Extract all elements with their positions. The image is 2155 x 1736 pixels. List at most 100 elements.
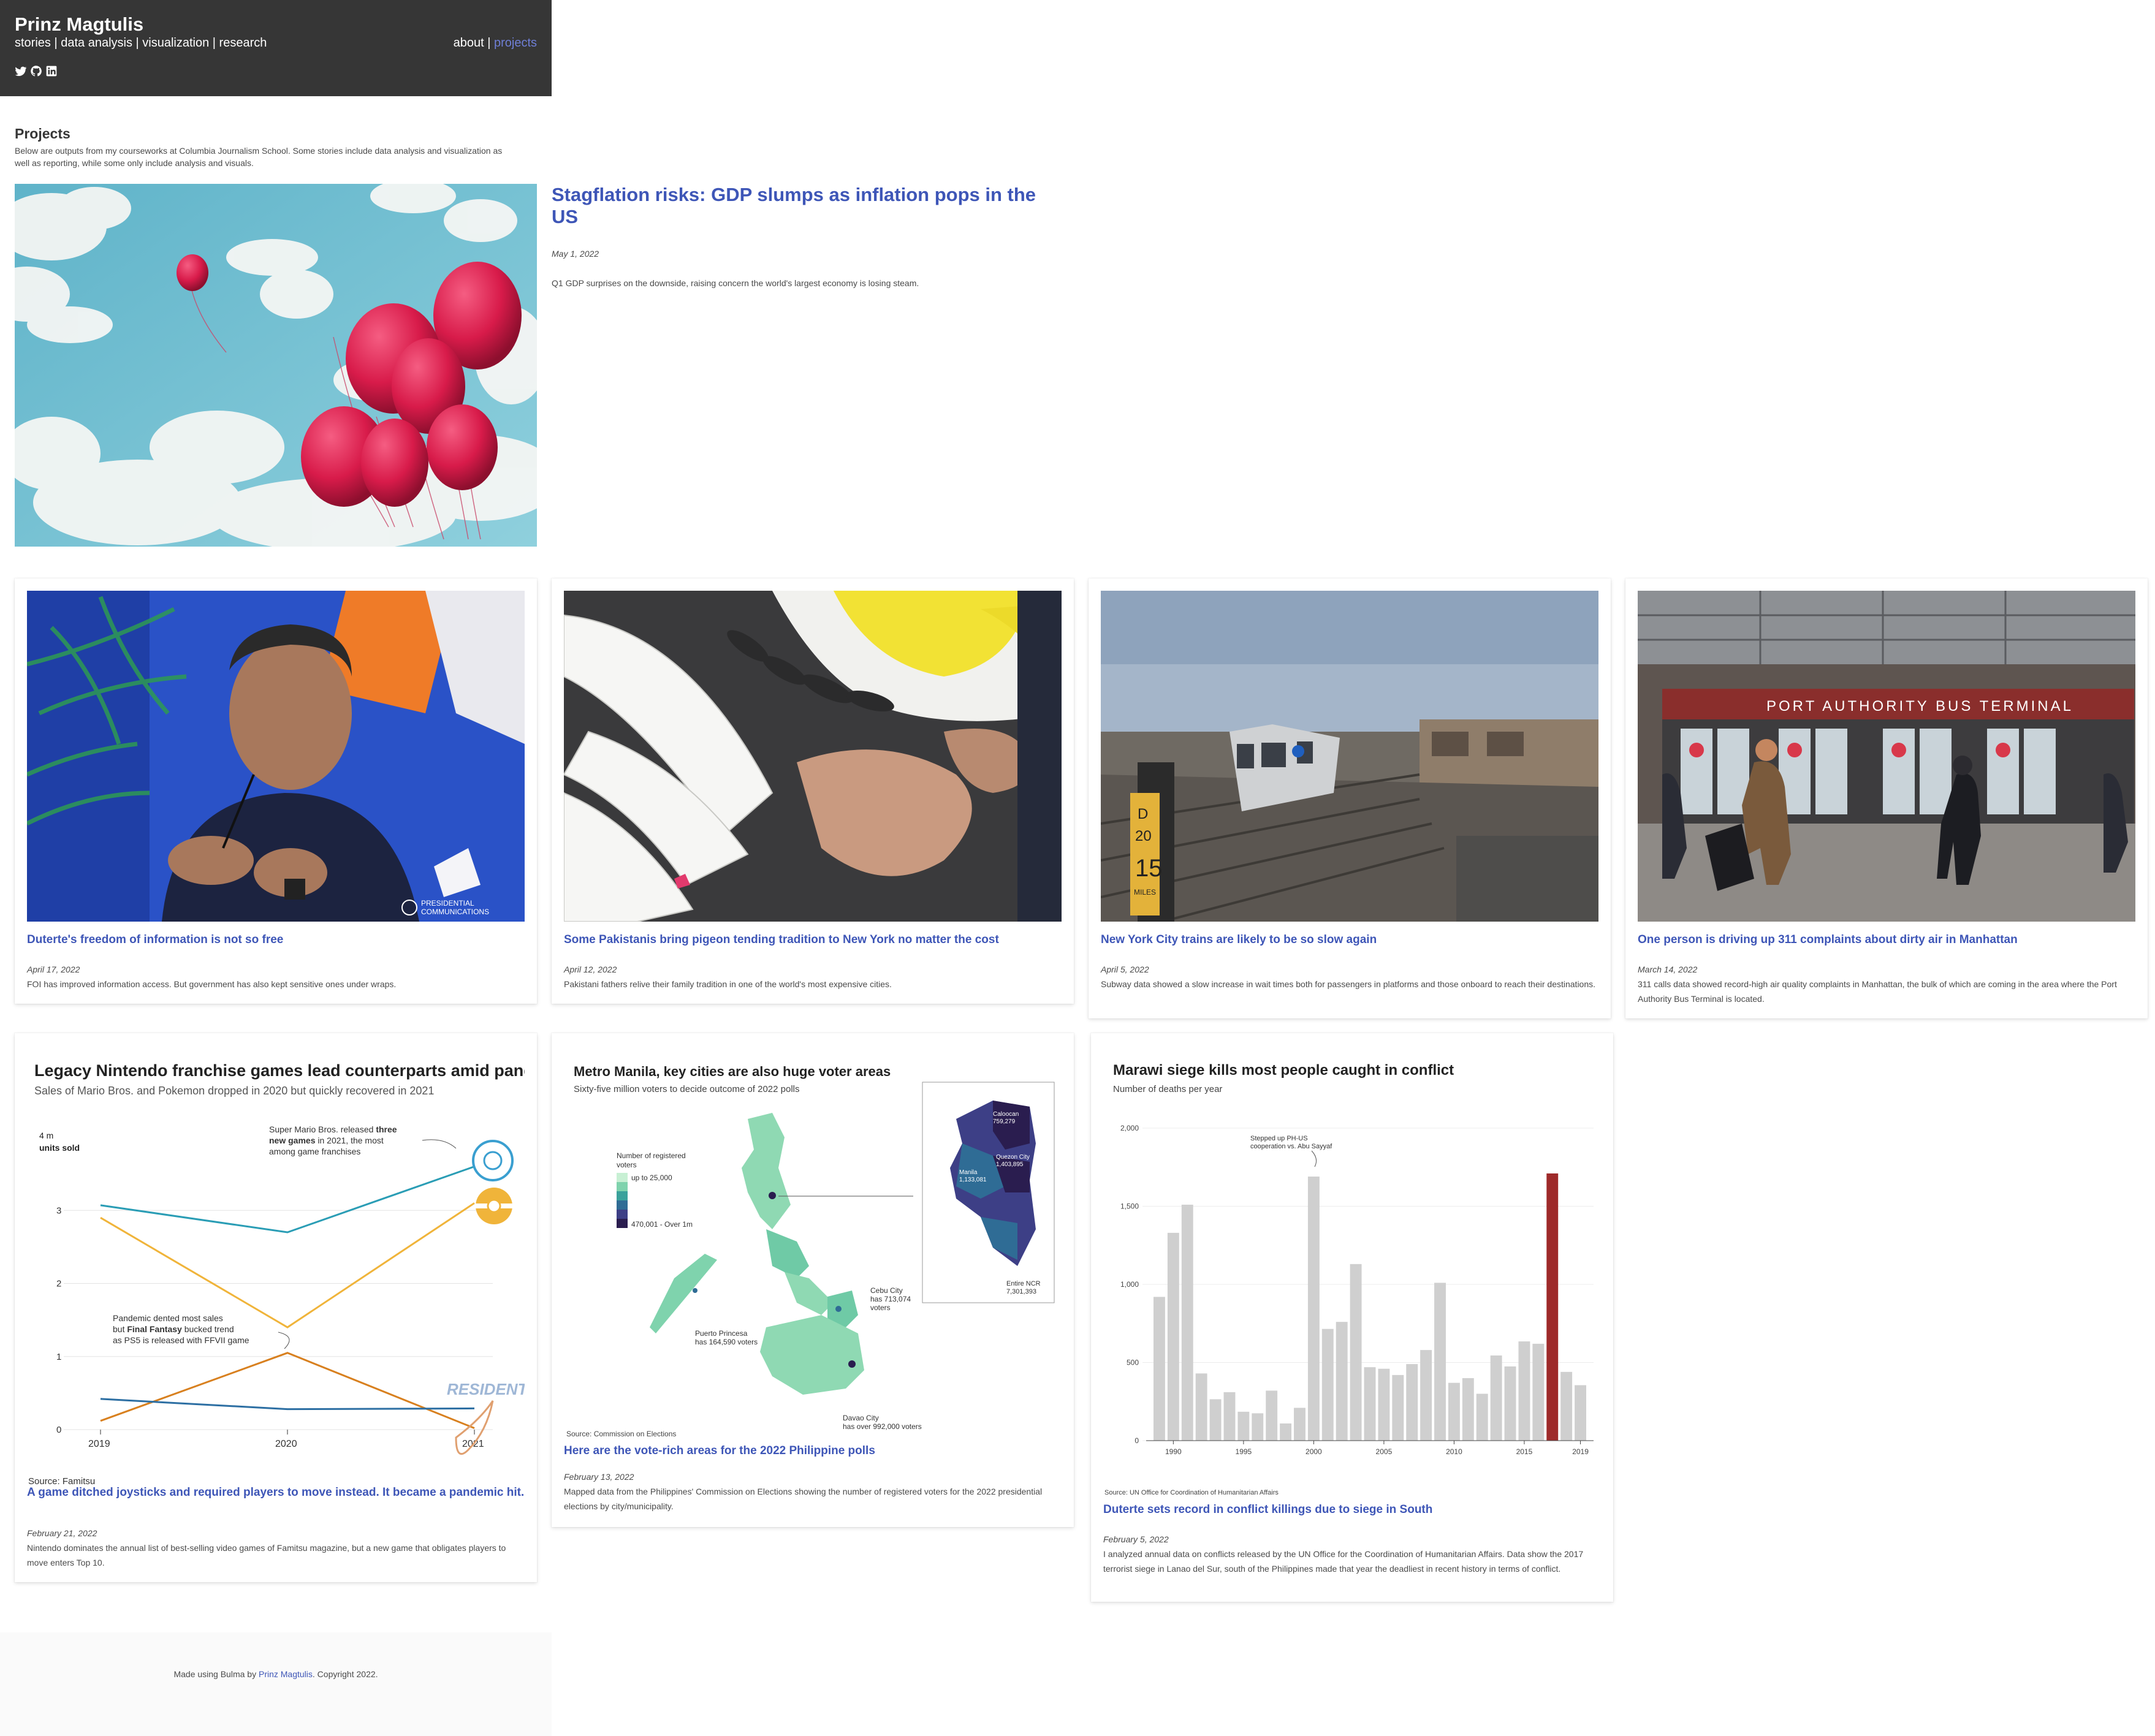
- bar-2016: [1532, 1343, 1545, 1441]
- x-tick-label: 2010: [1446, 1447, 1462, 1456]
- featured-description: Q1 GDP surprises on the downside, raisin…: [552, 278, 919, 288]
- x-tick-label: 2019: [88, 1439, 110, 1449]
- card-image-subway[interactable]: D 20 15 MILES: [1101, 591, 1598, 922]
- y-tick-label: 0: [56, 1425, 61, 1435]
- label-cebu-city: Cebu City: [870, 1286, 903, 1295]
- bar-1996: [1252, 1413, 1264, 1441]
- svg-text:has over 992,000 voters: has over 992,000 voters: [843, 1422, 922, 1431]
- bar-2010: [1448, 1382, 1460, 1441]
- twitter-icon[interactable]: [15, 65, 27, 77]
- top-nav: about | projects: [454, 36, 537, 50]
- card-map-philippines[interactable]: Metro Manila, key cities are also huge v…: [564, 1045, 1062, 1444]
- nav-link-stories[interactable]: stories: [15, 36, 51, 50]
- svg-text:but Final Fantasy bucked trend: but Final Fantasy bucked trend: [113, 1324, 234, 1334]
- y-tick-label: 3: [56, 1205, 61, 1216]
- svg-text:MILES: MILES: [1134, 888, 1156, 896]
- card-date: February 13, 2022: [564, 1472, 634, 1482]
- chart-subtitle: Sales of Mario Bros. and Pokemon dropped…: [34, 1085, 434, 1097]
- card-title-link[interactable]: Here are the vote-rich areas for the 202…: [564, 1444, 1062, 1458]
- bar-2005: [1378, 1368, 1390, 1441]
- card-title-link[interactable]: New York City trains are likely to be so…: [1101, 933, 1598, 947]
- svg-text:1,133,081: 1,133,081: [959, 1177, 987, 1183]
- svg-text:Super Mario Bros. released thr: Super Mario Bros. released three: [269, 1124, 397, 1134]
- bar-2003: [1350, 1264, 1362, 1441]
- card-title-link[interactable]: One person is driving up 311 complaints …: [1638, 933, 2135, 947]
- nav-link-data-analysis[interactable]: data analysis: [61, 36, 132, 50]
- nav-link-visualization[interactable]: visualization: [142, 36, 209, 50]
- chart-annotation: Stepped up PH-US: [1250, 1135, 1308, 1142]
- svg-text:cooperation vs. Abu Sayyaf: cooperation vs. Abu Sayyaf: [1250, 1143, 1332, 1150]
- x-tick-label: 2019: [1572, 1447, 1589, 1456]
- bar-1994: [1223, 1392, 1236, 1441]
- bar-1989: [1154, 1297, 1165, 1441]
- linkedin-icon[interactable]: [45, 65, 58, 77]
- card-description: Subway data showed a slow increase in wa…: [1101, 979, 1596, 989]
- svg-text:new games in 2021, the most: new games in 2021, the most: [269, 1135, 384, 1145]
- card-chart-nintendo[interactable]: Legacy Nintendo franchise games lead cou…: [27, 1045, 525, 1499]
- svg-text:20: 20: [1135, 828, 1152, 844]
- bar-1995: [1237, 1411, 1250, 1441]
- bar-2000: [1307, 1177, 1320, 1441]
- card-title-link[interactable]: Duterte sets record in conflict killings…: [1103, 1503, 1601, 1517]
- project-card[interactable]: PRESIDENTIAL COMMUNICATIONS Duterte's fr…: [15, 578, 537, 1004]
- y-tick-label: 500: [1127, 1359, 1139, 1367]
- ncr-inset-map: [922, 1082, 1055, 1303]
- x-tick-label: 1990: [1165, 1447, 1182, 1456]
- bar-2017: [1546, 1173, 1559, 1441]
- nav-link-about[interactable]: about: [454, 36, 484, 50]
- svg-text:among game franchises: among game franchises: [269, 1147, 360, 1156]
- y-tick-label: 2,000: [1120, 1124, 1139, 1132]
- featured-title-link[interactable]: Stagflation risks: GDP slumps as inflati…: [552, 184, 1054, 228]
- card-image-duterte[interactable]: PRESIDENTIAL COMMUNICATIONS: [27, 591, 525, 922]
- bar-2009: [1434, 1283, 1446, 1441]
- project-card[interactable]: Metro Manila, key cities are also huge v…: [552, 1033, 1074, 1527]
- project-card[interactable]: Some Pakistanis bring pigeon tending tra…: [552, 578, 1074, 1004]
- bar-1991: [1181, 1204, 1193, 1441]
- bar-2019: [1575, 1385, 1586, 1441]
- card-image-pigeon[interactable]: [564, 591, 1062, 922]
- site-title[interactable]: Prinz Magtulis: [15, 13, 143, 36]
- card-title-link[interactable]: A game ditched joysticks and required pl…: [27, 1485, 525, 1500]
- y-tick-label: 1: [56, 1352, 61, 1362]
- bar-2002: [1336, 1322, 1348, 1441]
- github-icon[interactable]: [30, 65, 42, 77]
- card-image-port-authority[interactable]: PORT AUTHORITY BUS TERMINAL: [1638, 591, 2135, 922]
- y-tick-label: 1,500: [1120, 1202, 1139, 1211]
- card-title-link[interactable]: Duterte's freedom of information is not …: [27, 933, 525, 947]
- card-description: 311 calls data showed record-high air qu…: [1638, 979, 2117, 1004]
- site-header: Prinz Magtulis stories | data analysis |…: [0, 0, 552, 96]
- pokemon-icon: [476, 1188, 512, 1224]
- bar-2012: [1476, 1393, 1488, 1441]
- project-card[interactable]: D 20 15 MILES New York City trains are l…: [1089, 578, 1611, 1018]
- map-title: Metro Manila, key cities are also huge v…: [574, 1064, 891, 1079]
- svg-text:1,403,895: 1,403,895: [996, 1161, 1024, 1168]
- bar-1993: [1209, 1399, 1222, 1441]
- y-tick-label: 2: [56, 1279, 61, 1289]
- footer-text: Made using Bulma by Prinz Magtulis. Copy…: [173, 1669, 378, 1679]
- watermark-text: PRESIDENTIAL: [421, 899, 474, 908]
- project-card[interactable]: PORT AUTHORITY BUS TERMINAL One person i…: [1625, 578, 2148, 1018]
- x-tick-label: 1995: [1236, 1447, 1252, 1456]
- project-card[interactable]: Marawi siege kills most people caught in…: [1091, 1033, 1613, 1602]
- project-card[interactable]: Legacy Nintendo franchise games lead cou…: [15, 1033, 537, 1582]
- chart-title: Legacy Nintendo franchise games lead cou…: [34, 1061, 525, 1080]
- x-tick-label: 2020: [275, 1439, 297, 1449]
- nav-link-projects[interactable]: projects: [494, 36, 537, 50]
- card-title-link[interactable]: Some Pakistanis bring pigeon tending tra…: [564, 933, 1062, 947]
- nav-link-research[interactable]: research: [219, 36, 267, 50]
- site-nav: stories | data analysis | visualization …: [15, 36, 267, 50]
- site-footer: Made using Bulma by Prinz Magtulis. Copy…: [0, 1632, 552, 1736]
- x-tick-label: 2005: [1376, 1447, 1393, 1456]
- y-tick-label: 1,000: [1120, 1280, 1139, 1289]
- svg-text:voters: voters: [617, 1161, 637, 1169]
- bar-2013: [1490, 1355, 1502, 1441]
- svg-text:has 713,074: has 713,074: [870, 1295, 911, 1303]
- svg-text:Pandemic dented most sales: Pandemic dented most sales: [113, 1313, 223, 1323]
- featured-image-balloons[interactable]: [15, 184, 537, 547]
- svg-text:up to 25,000: up to 25,000: [631, 1173, 672, 1182]
- x-tick-label: 2015: [1516, 1447, 1533, 1456]
- card-chart-marawi[interactable]: Marawi siege kills most people caught in…: [1103, 1045, 1601, 1499]
- footer-author-link[interactable]: Prinz Magtulis: [259, 1669, 313, 1679]
- card-description: Mapped data from the Philippines' Commis…: [564, 1487, 1043, 1511]
- card-date: April 12, 2022: [564, 965, 617, 974]
